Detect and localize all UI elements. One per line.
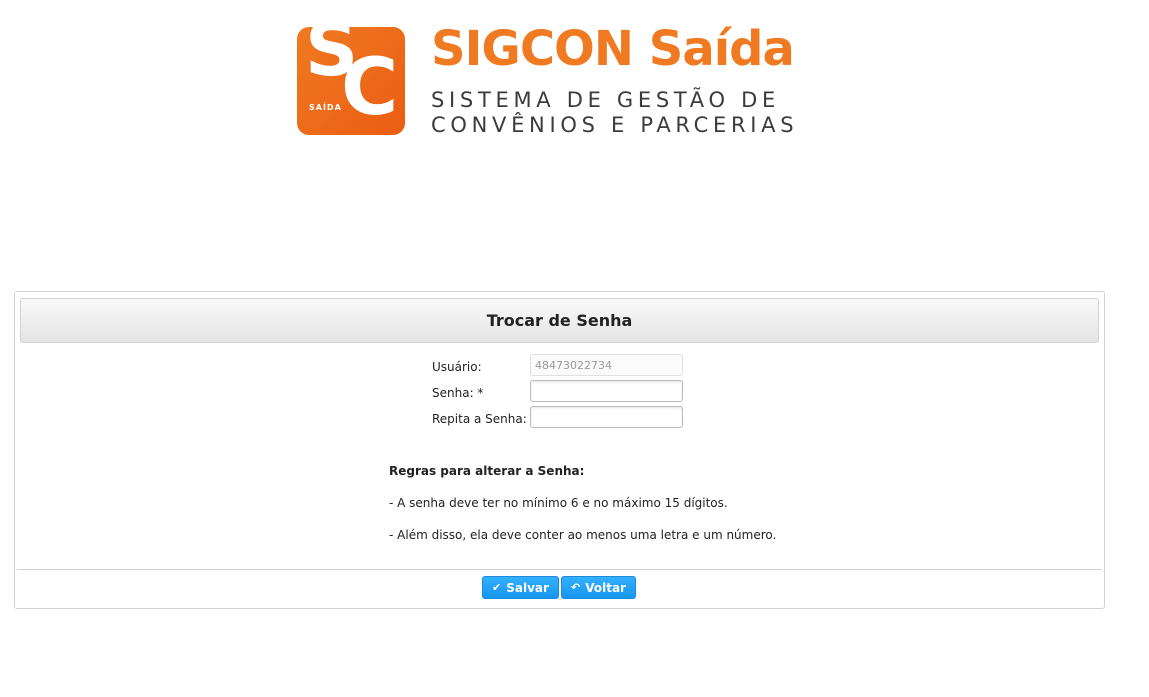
back-button[interactable]: ↶ Voltar [561,576,636,599]
brand-subtitle-line2: CONVÊNIOS E PARCERIAS [431,113,799,137]
brand-subtitle: SISTEMA DE GESTÃO DE CONVÊNIOS E PARCERI… [431,88,798,138]
brand-title: SIGCON Saída [431,21,795,77]
logo-badge: S C SAÍDA [297,27,405,135]
repeat-password-field[interactable] [530,406,683,428]
user-field[interactable] [530,354,683,376]
footer-divider [17,569,1102,570]
back-button-label: Voltar [585,580,626,595]
page-title: Trocar de Senha [486,311,633,330]
password-field[interactable] [530,380,683,402]
undo-arrow-icon: ↶ [571,581,581,594]
change-password-panel: Trocar de Senha Usuário: Senha: * Repita… [14,291,1105,609]
save-button[interactable]: ✔ Salvar [482,576,559,599]
panel-header: Trocar de Senha [20,298,1099,343]
user-label: Usuário: [432,360,482,374]
brand-subtitle-line1: SISTEMA DE GESTÃO DE [431,88,780,112]
repeat-password-label: Repita a Senha: * [432,412,537,426]
logo-badge-text: SAÍDA [309,103,342,112]
logo-letter-c: C [341,43,399,133]
save-button-label: Salvar [506,580,549,595]
check-icon: ✔ [492,581,502,594]
password-label: Senha: * [432,386,484,400]
rule-letter-number: - Além disso, ela deve conter ao menos u… [389,528,777,542]
rules-title: Regras para alterar a Senha: [389,464,585,478]
rule-length: - A senha deve ter no mínimo 6 e no máxi… [389,496,728,510]
